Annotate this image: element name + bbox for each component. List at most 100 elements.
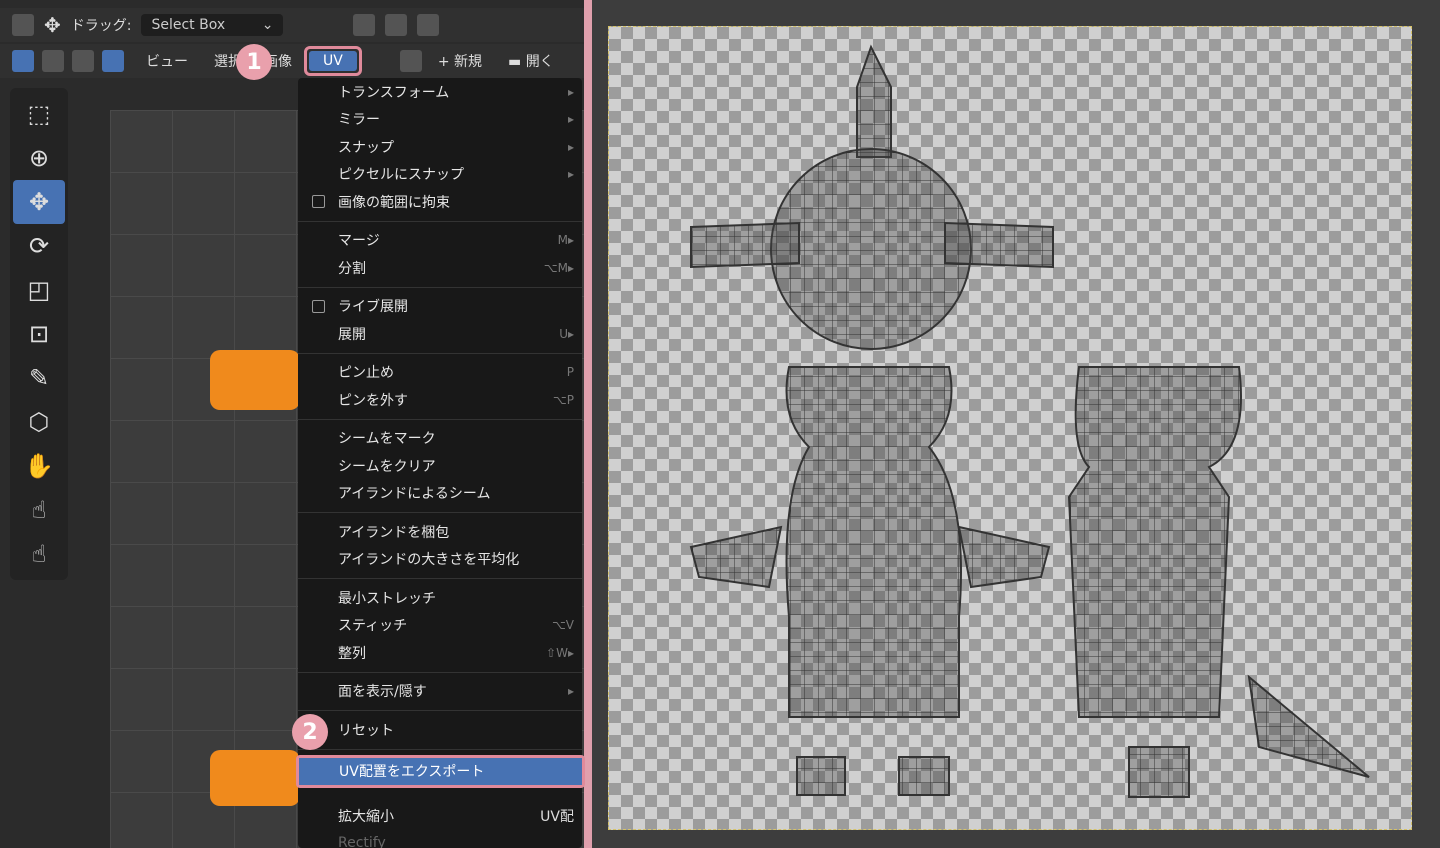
cube-icon[interactable]: ⬡ <box>13 400 65 444</box>
menu-item[interactable]: ミラー ▸ <box>298 106 582 134</box>
menu-item-label: 分割 <box>338 260 366 277</box>
menu-item-label: 面を表示/隠す <box>338 684 427 701</box>
separator <box>298 352 582 354</box>
menu-item-shortcut: ▸ <box>567 167 574 182</box>
menu-item[interactable]: スティッチ ⌥V <box>298 612 582 640</box>
selected-uv-island <box>210 350 300 410</box>
selected-uv-island <box>210 750 300 806</box>
menu-item[interactable]: ピン止め P <box>298 359 582 387</box>
menu-item[interactable]: トランスフォーム ▸ <box>298 78 582 106</box>
menu-item[interactable]: アイランドを梱包 <box>298 518 582 546</box>
menu-item-label: トランスフォーム <box>338 84 450 101</box>
menu-item[interactable]: アイランドの大きさを平均化 <box>298 546 582 574</box>
separator <box>298 710 582 711</box>
menu-item-label: スナップ <box>338 139 394 156</box>
menu-item[interactable]: リセット <box>298 716 582 744</box>
menu-item-label: スティッチ <box>338 618 408 635</box>
pinch-icon[interactable]: ☝ <box>13 532 65 576</box>
menu-item[interactable]: ピンを外す ⌥P <box>298 386 582 414</box>
vertex-mode-icon[interactable] <box>42 50 64 72</box>
menu-item-shortcut: ▸ <box>567 139 574 154</box>
menu-item-label: マージ <box>338 233 380 250</box>
move-icon[interactable]: ✥ <box>44 13 61 37</box>
separator <box>298 286 582 288</box>
face-mode-icon[interactable] <box>102 50 124 72</box>
menu-item[interactable]: ピクセルにスナップ ▸ <box>298 161 582 189</box>
tool-bar: ⬚ ⊕ ✥ ⟳ ◰ ⊡ ✎ ⬡ ✋ ☝ ☝ <box>10 88 68 580</box>
rotate-icon[interactable]: ⟳ <box>13 224 65 268</box>
menu-item[interactable]: 面を表示/隠す ▸ <box>298 678 582 706</box>
uv-menu: トランスフォーム ▸ ミラー ▸ スナップ ▸ ピクセルにスナップ ▸ 画像の範囲に拘束 マージ M… <box>296 78 585 848</box>
menu-item-scale[interactable]: 拡大縮小 UV配 <box>298 802 582 830</box>
menu-view[interactable]: ビュー <box>146 51 188 71</box>
menu-item-label: アイランドを梱包 <box>338 524 450 541</box>
cursor-icon[interactable]: ⊕ <box>13 136 65 180</box>
sync-selection-icon[interactable] <box>12 50 34 72</box>
grab-icon[interactable]: ✋ <box>13 444 65 488</box>
menu-item-label: 展開 <box>338 326 366 343</box>
menu-item-label: UV配置をエクスポート <box>339 764 485 781</box>
separator <box>298 748 582 750</box>
menu-item-shortcut: P <box>566 365 574 380</box>
export-uv-layout-highlight: UV配置をエクスポート <box>296 754 585 788</box>
menu-item-label: ライブ展開 <box>338 299 408 316</box>
menu-item-label: 拡大縮小 <box>338 808 394 825</box>
menu-item[interactable]: アイランドによるシーム <box>298 480 582 508</box>
menu-item[interactable]: 分割 ⌥M▸ <box>298 254 582 282</box>
separator <box>298 220 582 222</box>
menu-item[interactable]: シームをマーク <box>298 425 582 453</box>
menu-item-shortcut: ▸ <box>567 84 574 99</box>
editor-type-icon[interactable] <box>12 14 34 36</box>
header-row-1: ✥ ドラッグ: Select Box ⌄ <box>0 8 586 42</box>
menu-item[interactable]: シームをクリア <box>298 452 582 480</box>
menu-item[interactable]: 整列 ⇧W▸ <box>298 639 582 667</box>
menu-item-label: Rectify <box>338 835 386 848</box>
menu-item[interactable]: 画像の範囲に拘束 <box>298 188 582 216</box>
proportional-icon[interactable] <box>417 14 440 36</box>
menu-item-shortcut: ⇧W▸ <box>546 645 574 660</box>
menu-item[interactable]: UV配置をエクスポート <box>299 757 582 785</box>
drag-select[interactable]: Select Box ⌄ <box>141 14 284 36</box>
transform-icon[interactable]: ⊡ <box>13 312 65 356</box>
checkbox[interactable] <box>312 299 325 313</box>
snap-icon[interactable] <box>385 14 408 36</box>
annotate-icon[interactable]: ✎ <box>13 356 65 400</box>
menu-item-label: リセット <box>338 722 394 739</box>
menu-uv[interactable]: UV <box>304 46 362 76</box>
menu-item[interactable]: 展開 U▸ <box>298 320 582 348</box>
menu-item-label: ミラー <box>338 112 380 129</box>
menu-item-label: ピクセルにスナップ <box>338 167 464 184</box>
relax-icon[interactable]: ☝ <box>13 488 65 532</box>
step-badge-2: 2 <box>292 714 328 750</box>
uv-export-preview <box>592 0 1440 848</box>
new-label: 新規 <box>454 54 483 70</box>
menu-item-shortcut: ⌥V <box>551 618 574 633</box>
menu-item-shortcut: ▸ <box>567 112 574 127</box>
select-box-icon[interactable]: ⬚ <box>13 92 65 136</box>
new-image-button[interactable]: + 新規 <box>438 51 482 71</box>
menu-item-label: ピンを外す <box>338 392 408 409</box>
menu-item[interactable]: 最小ストレッチ <box>298 584 582 612</box>
uv-layout-image <box>608 26 1412 830</box>
menu-item[interactable]: スナップ ▸ <box>298 133 582 161</box>
menu-item-label: アイランドによるシーム <box>338 486 491 503</box>
drag-label: ドラッグ: <box>70 18 132 34</box>
menu-item-label: アイランドの大きさを平均化 <box>338 552 520 569</box>
scale-icon[interactable]: ◰ <box>13 268 65 312</box>
menu-item-rectify[interactable]: Rectify <box>298 830 582 848</box>
divider <box>584 0 592 848</box>
pivot-icon[interactable] <box>353 14 376 36</box>
move-tool-icon[interactable]: ✥ <box>13 180 65 224</box>
menu-uv-label: UV <box>309 51 357 71</box>
edge-mode-icon[interactable] <box>72 50 94 72</box>
open-image-button[interactable]: ▬ 開く <box>508 51 554 71</box>
menu-item-label: 整列 <box>338 645 366 662</box>
menu-item[interactable]: ライブ展開 <box>298 293 582 321</box>
step-badge-1: 1 <box>236 44 272 80</box>
checkbox[interactable] <box>312 195 325 209</box>
menu-item-label: シームをクリア <box>338 458 436 475</box>
drag-value: Select Box <box>151 17 226 33</box>
menu-item-shortcut: ⌥M▸ <box>543 260 574 275</box>
menu-item[interactable]: マージ M▸ <box>298 227 582 255</box>
image-browse-icon[interactable] <box>399 50 422 72</box>
